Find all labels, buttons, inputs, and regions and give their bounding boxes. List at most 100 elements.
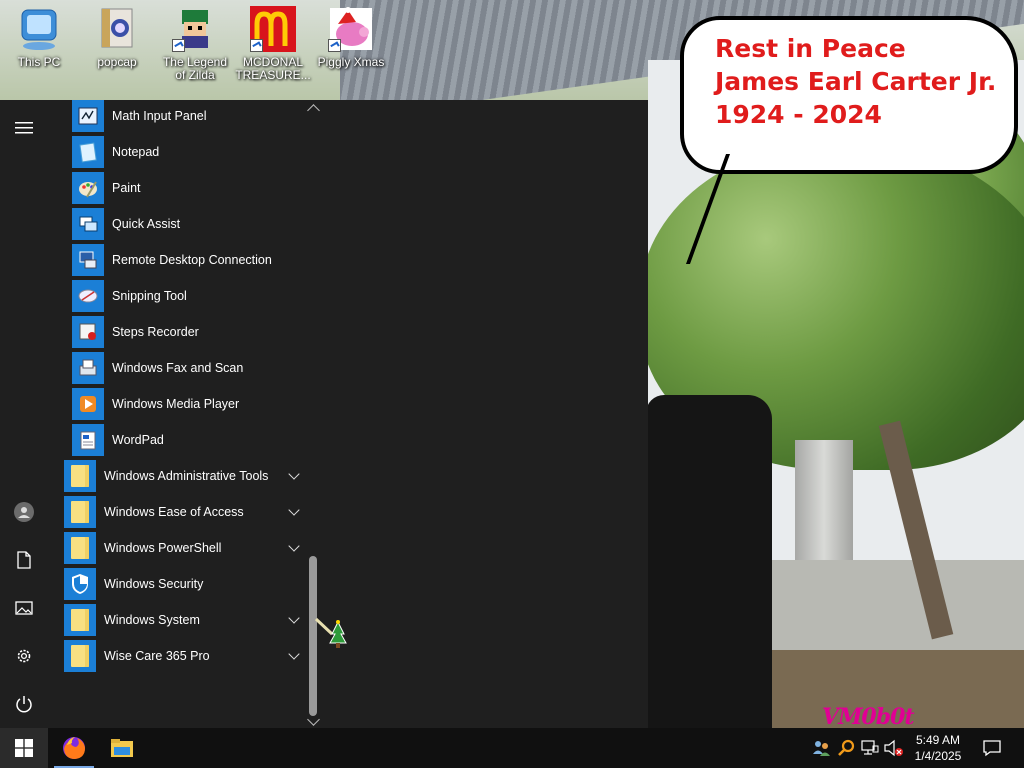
app-label: Windows Security — [104, 577, 204, 591]
power-button[interactable] — [0, 682, 48, 726]
caption-line: James Earl Carter Jr. — [715, 67, 997, 96]
app-windows-security[interactable]: Windows Security — [48, 566, 306, 602]
app-label: Paint — [112, 181, 141, 195]
folder-windows-system[interactable]: Windows System — [48, 602, 306, 638]
shortcut-arrow-icon — [328, 39, 341, 52]
user-account-button[interactable] — [0, 490, 48, 534]
settings-icon — [17, 649, 31, 663]
tray-search[interactable] — [836, 738, 856, 758]
wordpad-icon — [72, 424, 104, 456]
shortcut-arrow-icon — [250, 39, 263, 52]
pictures-button[interactable] — [0, 586, 48, 630]
start-menu-rail — [0, 100, 48, 728]
chevron-down-icon — [288, 504, 300, 516]
search-tray-icon — [838, 739, 855, 756]
app-notepad[interactable]: Notepad — [48, 134, 306, 170]
taskbar: 5:49 AM 1/4/2025 — [0, 728, 1024, 768]
paint-icon — [72, 172, 104, 204]
caption-line: Rest in Peace — [715, 34, 906, 63]
action-center-button[interactable] — [976, 728, 1008, 768]
app-label: Windows PowerShell — [104, 541, 222, 555]
mcdonalds-icon — [250, 6, 296, 52]
app-label: Steps Recorder — [112, 325, 199, 339]
steps-recorder-icon — [72, 316, 104, 348]
clock-time: 5:49 AM — [915, 733, 961, 747]
folder-windows-powershell[interactable]: Windows PowerShell — [48, 530, 306, 566]
app-label: Notepad — [112, 145, 160, 159]
expand-menu-button[interactable] — [0, 106, 48, 150]
hamburger-icon — [15, 122, 33, 134]
app-label: Windows Fax and Scan — [112, 361, 244, 375]
desktop-icon-label: This PC — [17, 55, 61, 69]
app-steps-recorder[interactable]: Steps Recorder — [48, 314, 306, 350]
power-icon — [16, 696, 32, 713]
speech-bubble-text: Rest in Peace James Earl Carter Jr. 1924… — [715, 32, 996, 131]
folder-windows-ease-of-access[interactable]: Windows Ease of Access — [48, 494, 306, 530]
notepad-icon — [72, 136, 104, 168]
shortcut-arrow-icon — [172, 39, 185, 52]
chevron-down-icon — [288, 648, 300, 660]
pictures-icon — [15, 601, 33, 615]
app-list: Math Input Panel Notepad Paint Quick Ass… — [48, 100, 310, 728]
desktop-icon-this-pc[interactable]: This PC — [1, 4, 77, 69]
app-paint[interactable]: Paint — [48, 170, 306, 206]
app-label: Windows Ease of Access — [104, 505, 244, 519]
chevron-down-icon — [288, 468, 300, 480]
app-wordpad[interactable]: WordPad — [48, 422, 306, 458]
people-icon — [813, 741, 830, 756]
snipping-tool-icon — [72, 280, 104, 312]
media-player-icon — [72, 388, 104, 420]
desktop-icon-label: popcap — [97, 55, 137, 69]
wallpaper-pillar — [795, 440, 853, 566]
desktop-icon-legend-of-zilda[interactable]: The Legend of Zilda — [157, 4, 233, 82]
user-icon — [14, 502, 34, 522]
scroll-down-arrow-icon[interactable] — [307, 713, 320, 726]
app-snipping-tool[interactable]: Snipping Tool — [48, 278, 306, 314]
network-icon — [861, 740, 879, 755]
app-label: Remote Desktop Connection — [112, 253, 272, 267]
documents-button[interactable] — [0, 538, 48, 582]
app-label: Quick Assist — [112, 217, 181, 231]
volume-muted-icon — [884, 739, 903, 757]
start-button[interactable] — [0, 728, 48, 768]
folder-windows-administrative-tools[interactable]: Windows Administrative Tools — [48, 458, 306, 494]
shield-icon — [64, 568, 96, 600]
app-label: WordPad — [112, 433, 164, 447]
desktop-icon-popcap[interactable]: popcap — [79, 4, 155, 69]
fax-scan-icon — [72, 352, 104, 384]
folder-icon — [64, 496, 96, 528]
desktop-icon-label: MCDONAL TREASURE... — [235, 55, 311, 82]
tray-volume[interactable] — [884, 738, 904, 758]
folder-icon — [64, 460, 96, 492]
folder-wise-care-365-pro[interactable]: Wise Care 365 Pro — [48, 638, 306, 674]
desktop-icon-piggly-xmas[interactable]: Piggly Xmas — [313, 4, 389, 69]
folder-icon — [64, 532, 96, 564]
settings-button[interactable] — [0, 634, 48, 678]
remote-desktop-icon — [72, 244, 104, 276]
taskbar-clock[interactable]: 5:49 AM 1/4/2025 — [910, 732, 966, 764]
app-remote-desktop-connection[interactable]: Remote Desktop Connection — [48, 242, 306, 278]
popcap-icon — [94, 6, 140, 52]
app-quick-assist[interactable]: Quick Assist — [48, 206, 306, 242]
windows-logo-icon — [15, 739, 33, 757]
scroll-up-arrow-icon[interactable] — [307, 104, 320, 117]
computer-icon — [16, 6, 62, 52]
mouse-cursor-icon — [314, 617, 347, 648]
app-windows-fax-and-scan[interactable]: Windows Fax and Scan — [48, 350, 306, 386]
wallpaper-silhouette — [646, 395, 772, 728]
legend-game-icon — [172, 6, 218, 52]
desktop-icon-mcdonal-treasure[interactable]: MCDONAL TREASURE... — [235, 4, 311, 82]
tray-people[interactable] — [812, 738, 832, 758]
app-math-input-panel[interactable]: Math Input Panel — [48, 100, 306, 134]
desktop-icon-label: Piggly Xmas — [317, 55, 385, 69]
app-label: Windows Administrative Tools — [104, 469, 269, 483]
desktop-icon-label: The Legend of Zilda — [162, 55, 228, 82]
tray-network[interactable] — [860, 738, 880, 758]
caption-line: 1924 - 2024 — [715, 100, 882, 129]
app-label: Math Input Panel — [112, 109, 207, 123]
app-label: Snipping Tool — [112, 289, 187, 303]
taskbar-firefox[interactable] — [50, 728, 98, 768]
file-explorer-icon — [111, 739, 133, 757]
taskbar-file-explorer[interactable] — [98, 728, 146, 768]
app-windows-media-player[interactable]: Windows Media Player — [48, 386, 306, 422]
